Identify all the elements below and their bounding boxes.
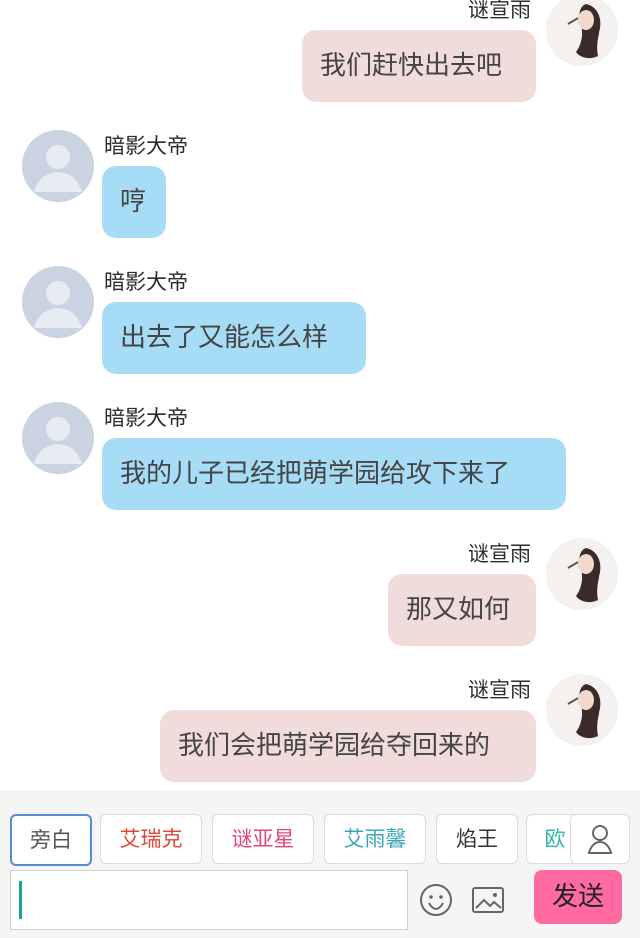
sender-name: 谜宣雨 xyxy=(468,542,531,566)
sender-name: 暗影大帝 xyxy=(104,406,188,430)
message-bubble[interactable]: 出去了又能怎么样 xyxy=(102,302,366,374)
composer-panel: 旁白 艾瑞克 谜亚星 艾雨馨 焰王 欧 发送 xyxy=(0,790,640,938)
message-bubble[interactable]: 我的儿子已经把萌学园给攻下来了 xyxy=(102,438,566,510)
avatar[interactable] xyxy=(22,402,94,474)
sender-name: 谜宣雨 xyxy=(468,0,531,22)
smiley-icon[interactable] xyxy=(418,882,454,918)
avatar[interactable] xyxy=(546,0,618,66)
sender-name: 暗影大帝 xyxy=(104,270,188,294)
text-cursor xyxy=(19,881,22,919)
send-button[interactable]: 发送 xyxy=(534,870,622,924)
avatar[interactable] xyxy=(546,538,618,610)
role-chip[interactable]: 谜亚星 xyxy=(212,814,314,864)
message-bubble[interactable]: 我们会把萌学园给夺回来的 xyxy=(160,710,536,782)
person-icon xyxy=(587,825,613,854)
message-input[interactable] xyxy=(10,870,408,930)
role-chip-narrator[interactable]: 旁白 xyxy=(10,814,92,866)
avatar[interactable] xyxy=(22,130,94,202)
sender-name: 谜宣雨 xyxy=(468,678,531,702)
role-chip[interactable]: 艾雨馨 xyxy=(324,814,426,864)
role-chip[interactable]: 焰王 xyxy=(436,814,518,864)
sender-name: 暗影大帝 xyxy=(104,134,188,158)
role-chip[interactable]: 艾瑞克 xyxy=(100,814,202,864)
profile-button[interactable] xyxy=(570,814,630,864)
chat-area: 谜宣雨 我们赶快出去吧 暗影大帝 哼 暗影大帝 出去了又能怎么样 暗影大帝 我的… xyxy=(0,0,640,790)
message-bubble[interactable]: 我们赶快出去吧 xyxy=(302,30,536,102)
message-bubble[interactable]: 那又如何 xyxy=(388,574,536,646)
message-bubble[interactable]: 哼 xyxy=(102,166,166,238)
avatar[interactable] xyxy=(546,674,618,746)
avatar[interactable] xyxy=(22,266,94,338)
image-icon[interactable] xyxy=(470,882,506,918)
